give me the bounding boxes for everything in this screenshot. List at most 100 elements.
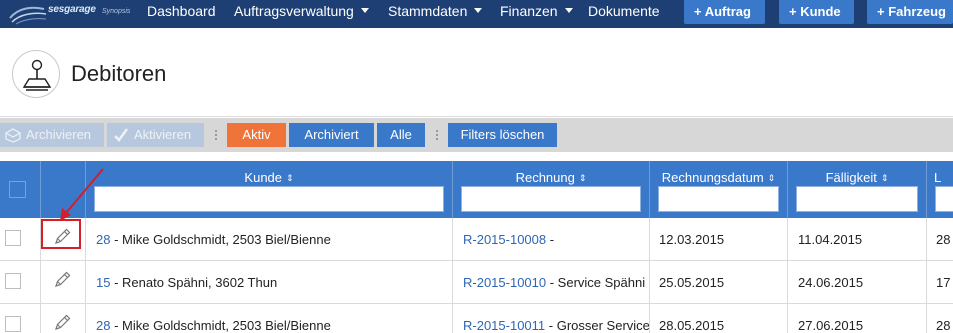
filter-aktiv-button[interactable]: Aktiv bbox=[227, 123, 286, 147]
logo-swoosh-icon bbox=[9, 6, 47, 25]
filter-archiviert-button[interactable]: Archiviert bbox=[289, 123, 374, 147]
column-header-rechnung[interactable]: Rechnung ⇕ bbox=[453, 170, 649, 185]
cell-rechnungsdatum: 28.05.2015 bbox=[650, 304, 788, 333]
edit-pencil-icon[interactable] bbox=[51, 269, 73, 291]
nav-label: Dokumente bbox=[588, 3, 660, 19]
filter-label: Alle bbox=[390, 127, 412, 142]
button-label: + Auftrag bbox=[694, 4, 751, 19]
cell-faelligkeit: 11.04.2015 bbox=[788, 218, 927, 261]
nav-label: Auftragsverwaltung bbox=[234, 3, 354, 19]
nav-finanzen[interactable]: Finanzen bbox=[500, 3, 573, 19]
select-all-checkbox[interactable] bbox=[9, 181, 26, 198]
header-select-all bbox=[0, 161, 41, 218]
sort-icon: ⇕ bbox=[767, 173, 776, 183]
sort-icon: ⇕ bbox=[286, 173, 294, 183]
column-label: Kunde bbox=[244, 170, 283, 185]
column-label: Fälligkeit bbox=[825, 170, 877, 185]
edit-highlight-box bbox=[41, 219, 81, 249]
nav-label: Dashboard bbox=[147, 3, 216, 19]
column-label: Rechnungsdatum bbox=[661, 170, 764, 185]
clear-filters-button[interactable]: Filters löschen bbox=[448, 123, 557, 147]
table-header: Kunde ⇕ Rechnung ⇕ Rechnungsdatum ⇕ Fälligk… bbox=[0, 161, 953, 218]
kunde-name: - Renato Spähni, 3602 Thun bbox=[110, 275, 278, 290]
filter-input-last[interactable] bbox=[935, 186, 953, 212]
joystick-icon bbox=[12, 50, 60, 98]
table-row[interactable]: 28 - Mike Goldschmidt, 2503 Biel/Bienne … bbox=[0, 218, 953, 261]
cell-rechnung: R-2015-10008 - bbox=[453, 218, 650, 261]
column-last: L bbox=[927, 161, 953, 218]
top-navigation-bar: sesgarage Synopsis Dashboard Auftragsver… bbox=[0, 0, 953, 28]
filter-input-kunde[interactable] bbox=[94, 186, 444, 212]
activate-label: Aktivieren bbox=[134, 127, 192, 142]
add-fahrzeug-button[interactable]: + Fahrzeug bbox=[867, 0, 953, 24]
kunde-id-link[interactable]: 28 bbox=[96, 318, 110, 333]
table-row[interactable]: 28 - Mike Goldschmidt, 2503 Biel/Bienne … bbox=[0, 304, 953, 333]
cell-faelligkeit: 24.06.2015 bbox=[788, 261, 927, 304]
header-actions bbox=[41, 161, 86, 218]
filter-label: Aktiv bbox=[242, 127, 271, 142]
chevron-down-icon bbox=[564, 8, 573, 13]
column-header-rechnungsdatum[interactable]: Rechnungsdatum ⇕ bbox=[650, 170, 787, 185]
column-faelligkeit: Fälligkeit ⇕ bbox=[788, 161, 927, 218]
checkmark-icon bbox=[114, 128, 128, 142]
row-actions-cell bbox=[41, 304, 86, 333]
header-divider bbox=[0, 116, 953, 117]
nav-dokumente[interactable]: Dokumente bbox=[588, 3, 660, 19]
clear-filters-label: Filters löschen bbox=[460, 127, 545, 142]
debitoren-table: Kunde ⇕ Rechnung ⇕ Rechnungsdatum ⇕ Fälligk… bbox=[0, 161, 953, 333]
toolbar-separator bbox=[215, 130, 217, 140]
cell-kunde: 15 - Renato Spähni, 3602 Thun bbox=[86, 261, 453, 304]
rechnung-link[interactable]: R-2015-10008 bbox=[463, 232, 546, 247]
archive-button[interactable]: Archivieren bbox=[0, 123, 104, 147]
cell-kunde: 28 - Mike Goldschmidt, 2503 Biel/Bienne bbox=[86, 304, 453, 333]
filter-input-rechnungsdatum[interactable] bbox=[658, 186, 779, 212]
table-row[interactable]: 15 - Renato Spähni, 3602 Thun R-2015-100… bbox=[0, 261, 953, 304]
kunde-id-link[interactable]: 15 bbox=[96, 275, 110, 290]
column-header-last[interactable]: L bbox=[934, 170, 953, 185]
rechnung-title: - bbox=[546, 232, 555, 247]
row-actions-cell bbox=[41, 261, 86, 304]
cell-last: 28 bbox=[936, 232, 951, 247]
cell-last: 17 bbox=[936, 275, 951, 290]
row-select-cell bbox=[0, 261, 41, 304]
column-header-faelligkeit[interactable]: Fälligkeit ⇕ bbox=[788, 170, 926, 185]
button-label: + Fahrzeug bbox=[877, 4, 946, 19]
cell-faelligkeit: 27.06.2015 bbox=[788, 304, 927, 333]
rechnung-link[interactable]: R-2015-10011 bbox=[463, 318, 545, 333]
column-rechnungsdatum: Rechnungsdatum ⇕ bbox=[650, 161, 788, 218]
chevron-down-icon bbox=[474, 8, 483, 13]
cell-last: 28 bbox=[936, 318, 951, 333]
nav-auftragsverwaltung[interactable]: Auftragsverwaltung bbox=[234, 3, 369, 19]
column-header-kunde[interactable]: Kunde ⇕ bbox=[86, 170, 452, 185]
row-checkbox[interactable] bbox=[5, 230, 21, 246]
column-label: L bbox=[934, 170, 942, 185]
add-auftrag-button[interactable]: + Auftrag bbox=[684, 0, 765, 24]
nav-stammdaten[interactable]: Stammdaten bbox=[388, 3, 483, 19]
rechnung-title: - Service Spähni bbox=[546, 275, 646, 290]
chevron-down-icon bbox=[360, 8, 369, 13]
row-checkbox[interactable] bbox=[5, 316, 21, 332]
kunde-id-link[interactable]: 28 bbox=[96, 232, 110, 247]
cell-rechnungsdatum: 12.03.2015 bbox=[650, 218, 788, 261]
row-select-cell bbox=[0, 218, 41, 261]
filter-input-faelligkeit[interactable] bbox=[796, 186, 918, 212]
add-kunde-button[interactable]: + Kunde bbox=[779, 0, 854, 24]
filter-input-rechnung[interactable] bbox=[461, 186, 641, 212]
nav-label: Stammdaten bbox=[388, 3, 468, 19]
sort-icon: ⇕ bbox=[578, 173, 587, 183]
action-toolbar: Archivieren Aktivieren Aktiv Archiviert … bbox=[0, 118, 953, 152]
nav-dashboard[interactable]: Dashboard bbox=[147, 3, 216, 19]
cell-kunde: 28 - Mike Goldschmidt, 2503 Biel/Bienne bbox=[86, 218, 453, 261]
logo-subtext: Synopsis bbox=[102, 8, 131, 15]
filter-alle-button[interactable]: Alle bbox=[377, 123, 425, 147]
kunde-name: - Mike Goldschmidt, 2503 Biel/Bienne bbox=[110, 232, 331, 247]
column-label: Rechnung bbox=[515, 170, 575, 185]
app-logo[interactable]: sesgarage Synopsis bbox=[8, 2, 136, 26]
cell-rechnung: R-2015-10010 - Service Spähni bbox=[453, 261, 650, 304]
activate-button[interactable]: Aktivieren bbox=[107, 123, 204, 147]
row-checkbox[interactable] bbox=[5, 273, 21, 289]
rechnung-link[interactable]: R-2015-10010 bbox=[463, 275, 546, 290]
edit-pencil-icon[interactable] bbox=[51, 312, 73, 333]
toolbar-separator bbox=[436, 130, 438, 140]
button-label: + Kunde bbox=[789, 4, 841, 19]
